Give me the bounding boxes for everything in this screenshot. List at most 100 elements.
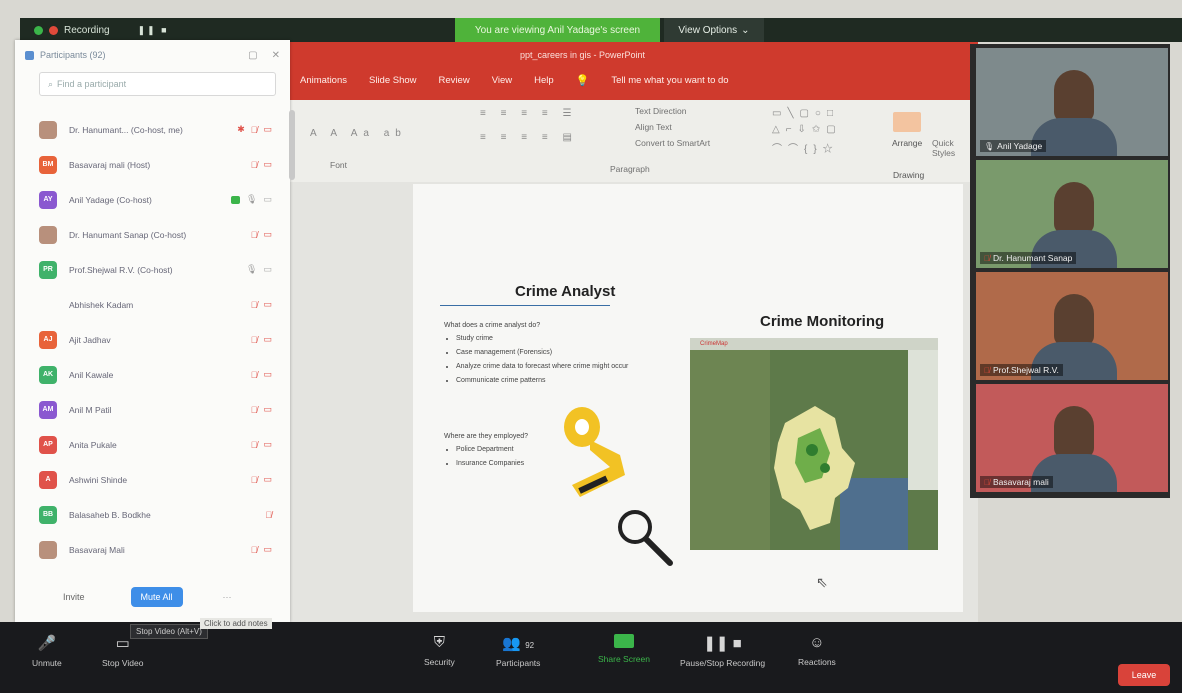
participant-row[interactable]: BB Balasaheb B. Bodkhe 🎙̸ [15,497,290,532]
security-button[interactable]: ⛨ Security [424,634,455,667]
participant-row[interactable]: AP Anita Pukale 🎙̸ ▭ [15,427,290,462]
paragraph-controls[interactable]: ≡ ≡ ≡ ≡ ☰ [480,108,577,119]
participant-status: 🎙̸ ▭ [251,334,272,345]
mic-muted-icon[interactable]: 🎙̸ [251,440,258,450]
panel-title: Participants (92) [40,50,106,60]
pause-stop-recording-button[interactable]: ❚❚ ■ Pause/Stop Recording [680,634,765,668]
shapes-gallery[interactable]: ▭╲▢○□ [772,108,839,119]
video-tile[interactable]: 🎙̸ Prof.Shejwal R.V. [976,272,1168,380]
participant-name: Ashwini Shinde [69,474,128,485]
pause-stop-icon[interactable]: ❚❚ ■ [138,25,169,36]
mic-muted-icon[interactable]: 🎙̸ [251,335,258,345]
avatar: AY [39,190,57,209]
participant-row[interactable]: A Ashwini Shinde 🎙̸ ▭ [15,462,290,497]
slide-title-crime-monitoring: Crime Monitoring [760,313,885,330]
camera-off-icon[interactable]: ▭ [263,159,272,170]
camera-off-icon[interactable]: ▭ [263,229,272,240]
reactions-button[interactable]: ☺ Reactions [798,634,836,667]
participant-row[interactable]: BM Basavaraj mali (Host) 🎙̸ ▭ [15,147,290,182]
question-what-does: What does a crime analyst do? [444,322,541,329]
camera-off-icon[interactable]: ▭ [263,544,272,555]
mic-muted-icon[interactable]: 🎙̸ [251,545,258,555]
participant-status: 🎙̸ ▭ [251,544,272,555]
video-tile[interactable]: 🎙̸ Dr. Hanumant Sanap [976,160,1168,268]
tab-view[interactable]: View [492,75,512,86]
ppt-window-title: ppt_careers in gis - PowerPoint [520,50,646,60]
convert-smartart[interactable]: Convert to SmartArt [635,138,710,148]
avatar: BM [39,155,57,174]
arrange-button[interactable]: Arrange [892,138,922,148]
mic-muted-icon[interactable]: 🎙̸ [251,475,258,485]
text-direction[interactable]: Text Direction [635,106,687,116]
participant-row[interactable]: Dr. Hanumant... (Co-host, me) ✱ 🎙̸ ▭ [15,112,290,147]
avatar [39,225,57,244]
invite-button[interactable]: Invite [63,592,85,602]
more-options-button[interactable]: ··· [223,592,232,602]
camera-off-icon[interactable]: ▭ [263,124,272,135]
participant-search-input[interactable]: ⌕ Find a participant [39,72,276,96]
panel-footer: Invite Mute All ··· [15,572,290,622]
shapes-gallery-row2[interactable]: △⌐⇩✩▢ [772,124,842,135]
font-controls[interactable]: A A Aa ab [310,128,407,139]
notes-hint[interactable]: Click to add notes [200,618,272,629]
stop-video-button[interactable]: ▭ Stop Video [102,634,143,668]
align-text[interactable]: Align Text [635,122,672,132]
camera-off-icon[interactable]: ▭ [263,474,272,485]
ppt-ribbon: A A Aa ab ≡ ≡ ≡ ≡ ☰ ≡ ≡ ≡ ≡ ▤ Text Direc… [290,100,978,183]
tell-me-search[interactable]: Tell me what you want to do [611,75,728,86]
participant-name: Dr. Hanumant... (Co-host, me) [69,124,183,135]
close-icon[interactable]: ✕ [272,50,280,61]
tab-animations[interactable]: Animations [300,75,347,86]
avatar [39,120,57,139]
participant-status: 🎙̸ [265,510,272,520]
camera-off-icon[interactable]: ▭ [263,369,272,380]
mic-muted-icon[interactable]: 🎙̸ [265,510,272,520]
participant-row[interactable]: PR Prof.Shejwal R.V. (Co-host) 🎙 ▭ [15,252,290,287]
avatar [39,540,57,559]
camera-off-icon[interactable]: ▭ [263,299,272,310]
arrange-icon[interactable] [893,112,921,132]
tab-review[interactable]: Review [439,75,470,86]
participant-row[interactable]: AJ Ajit Jadhav 🎙̸ ▭ [15,322,290,357]
panel-scrollbar[interactable] [289,110,295,180]
search-placeholder: Find a participant [57,79,127,89]
mic-muted-icon[interactable]: 🎙̸ [251,405,258,415]
participant-row[interactable]: Basavaraj Mali 🎙̸ ▭ [15,532,290,567]
video-camera-icon: ▭ [115,635,130,652]
recording-indicator[interactable]: Recording ❚❚ ■ [34,25,169,36]
tab-help[interactable]: Help [534,75,554,86]
shapes-gallery-row3[interactable]: ⌒⌒{}☆ [772,140,839,155]
people-icon: 👥 92 [502,635,535,652]
popout-icon[interactable]: ▢ [248,50,257,61]
camera-icon[interactable]: ▭ [263,264,272,275]
video-tile[interactable]: 🎙̸ Basavaraj mali [976,384,1168,492]
mic-muted-icon[interactable]: 🎙̸ [251,300,258,310]
mic-icon[interactable]: 🎙 [246,194,257,205]
alignment-controls[interactable]: ≡ ≡ ≡ ≡ ▤ [480,132,578,143]
video-tile[interactable]: 🎙 Anil Yadage [976,48,1168,156]
mic-muted-icon[interactable]: 🎙̸ [251,230,258,240]
mic-muted-icon[interactable]: 🎙̸ [251,125,258,135]
participant-row[interactable]: Abhishek Kadam 🎙̸ ▭ [15,287,290,322]
mute-all-button[interactable]: Mute All [130,587,183,607]
camera-off-icon[interactable]: ▭ [263,439,272,450]
camera-icon[interactable]: ▭ [263,194,272,205]
leave-button[interactable]: Leave [1118,664,1170,686]
camera-off-icon[interactable]: ▭ [263,404,272,415]
avatar: PR [39,260,57,279]
view-options-button[interactable]: View Options ⌄ [664,18,764,42]
participant-name: Dr. Hanumant Sanap (Co-host) [69,229,187,240]
mic-muted-icon[interactable]: 🎙̸ [251,370,258,380]
mic-icon[interactable]: 🎙 [246,264,257,275]
unmute-button[interactable]: 🎤 Unmute [32,634,62,668]
mic-muted-icon[interactable]: 🎙̸ [251,160,258,170]
participants-button[interactable]: 👥 92 Participants [496,634,540,668]
participant-row[interactable]: Dr. Hanumant Sanap (Co-host) 🎙̸ ▭ [15,217,290,252]
share-screen-button[interactable]: Share Screen [598,634,650,664]
participant-row[interactable]: AY Anil Yadage (Co-host) 🎙 ▭ [15,182,290,217]
participant-row[interactable]: AK Anil Kawale 🎙̸ ▭ [15,357,290,392]
participant-row[interactable]: AM Anil M Patil 🎙̸ ▭ [15,392,290,427]
mic-muted-icon: 🎤 [37,635,57,652]
camera-off-icon[interactable]: ▭ [263,334,272,345]
tab-slide-show[interactable]: Slide Show [369,75,417,86]
